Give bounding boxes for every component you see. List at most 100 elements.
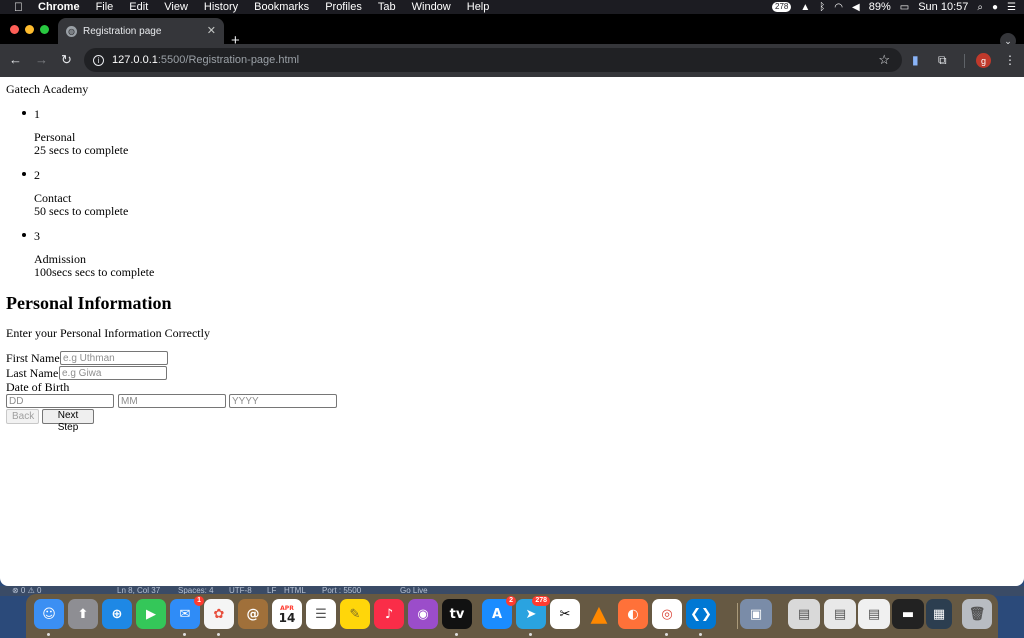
back-button[interactable]: Back: [6, 409, 39, 424]
site-info-icon[interactable]: i: [93, 54, 104, 66]
contacts-icon[interactable]: @: [238, 599, 268, 629]
spotlight-search-icon[interactable]: ⌕: [977, 2, 983, 13]
vscode-icon[interactable]: ❮❯: [686, 599, 716, 636]
photos-icon[interactable]: ✿: [204, 599, 234, 636]
launchpad-icon[interactable]: ⬆: [68, 599, 98, 629]
capcut-icon[interactable]: ✂: [550, 599, 580, 629]
running-indicator: [455, 633, 458, 636]
notification-badge[interactable]: 278: [772, 2, 792, 12]
step-title: Personal: [34, 130, 76, 144]
last-name-field[interactable]: [59, 366, 167, 380]
list-bullet: [22, 233, 26, 237]
dob-month-field[interactable]: [118, 394, 226, 408]
browser-tab-strip: ◍ Registration page ✕ + ⌄: [0, 14, 1024, 49]
preview-icon[interactable]: ▣: [740, 599, 772, 629]
running-indicator: [699, 633, 702, 636]
profile-avatar[interactable]: g: [976, 53, 991, 68]
safari-icon[interactable]: ⊕: [102, 599, 132, 629]
menu-tab[interactable]: Tab: [378, 0, 396, 14]
step-time: 100secs secs to complete: [34, 265, 155, 279]
brand-name: Gatech Academy: [6, 82, 89, 96]
list-bullet: [22, 172, 26, 176]
messages-badge: 1: [194, 596, 204, 606]
first-name-field[interactable]: [60, 351, 168, 365]
telegram-badge: 278: [532, 596, 550, 606]
minimized-window-thumbnail[interactable]: ▤: [824, 599, 856, 629]
menu-edit[interactable]: Edit: [129, 0, 148, 14]
volume-icon[interactable]: ◀: [852, 2, 860, 13]
date-of-birth-label: Date of Birth: [6, 380, 70, 394]
running-indicator: [183, 633, 186, 636]
back-arrow-icon[interactable]: ←: [9, 52, 22, 68]
menu-view[interactable]: View: [164, 0, 188, 14]
menu-bookmarks[interactable]: Bookmarks: [254, 0, 309, 14]
calendar-day: 14: [278, 610, 296, 625]
menu-window[interactable]: Window: [412, 0, 451, 14]
chrome-icon[interactable]: ◎: [652, 599, 682, 636]
url-host: 127.0.0.1: [112, 54, 158, 66]
step-number: 2: [34, 168, 40, 182]
page-title: Personal Information: [6, 293, 172, 313]
messages-icon[interactable]: ✉ 1: [170, 596, 204, 636]
trash-icon[interactable]: 🗑: [962, 599, 992, 629]
running-indicator: [665, 633, 668, 636]
forward-arrow-icon[interactable]: →: [35, 52, 48, 68]
toolbar-divider: [964, 54, 965, 68]
drive-icon[interactable]: ▲: [800, 2, 810, 13]
reload-icon[interactable]: ↻: [61, 52, 72, 68]
wifi-icon[interactable]: ◠: [834, 2, 843, 13]
dob-year-field[interactable]: [229, 394, 337, 408]
firefox-icon[interactable]: ◐: [618, 599, 648, 629]
minimized-window-thumbnail[interactable]: ▤: [788, 599, 820, 629]
step-time: 50 secs to complete: [34, 204, 129, 218]
menu-app-name[interactable]: Chrome: [38, 0, 80, 14]
menu-file[interactable]: File: [96, 0, 114, 14]
finder-icon[interactable]: ☺: [34, 599, 64, 636]
apple-tv-icon[interactable]: tv: [442, 599, 472, 636]
extension-icon[interactable]: ▮: [912, 53, 919, 67]
clock[interactable]: Sun 10:57: [918, 1, 968, 13]
running-indicator: [529, 633, 532, 636]
step-number: 1: [34, 107, 40, 121]
bookmark-star-icon[interactable]: ☆: [878, 52, 890, 68]
vlc-icon[interactable]: ▲: [584, 599, 614, 629]
first-name-label: First Name: [6, 351, 60, 365]
reminders-icon[interactable]: ☰: [306, 599, 336, 629]
control-center-icon[interactable]: ☰: [1007, 2, 1016, 13]
battery-icon[interactable]: ▭: [900, 2, 909, 13]
minimized-window-thumbnail[interactable]: ▤: [858, 599, 890, 629]
telegram-icon[interactable]: ➤ 278: [516, 596, 550, 636]
minimized-window-thumbnail[interactable]: ▬: [892, 599, 924, 629]
list-bullet: [22, 111, 26, 115]
browser-tab-active[interactable]: ◍ Registration page ✕: [58, 18, 224, 44]
window-close-button[interactable]: [10, 25, 19, 34]
menu-profiles[interactable]: Profiles: [325, 0, 362, 14]
window-minimize-button[interactable]: [25, 25, 34, 34]
calendar-icon[interactable]: APR 14: [272, 599, 302, 629]
menu-help[interactable]: Help: [467, 0, 490, 14]
minimized-window-thumbnail[interactable]: ▦: [926, 599, 952, 629]
apple-icon[interactable]: : [14, 0, 32, 14]
battery-percent[interactable]: 89%: [869, 1, 891, 13]
next-step-button[interactable]: Next Step: [42, 409, 94, 433]
extensions-puzzle-icon[interactable]: ⧉: [938, 53, 947, 67]
window-zoom-button[interactable]: [40, 25, 49, 34]
app-store-icon[interactable]: A2: [482, 596, 516, 629]
notes-icon[interactable]: ✎: [340, 599, 370, 629]
macos-menu-bar:  Chrome File Edit View History Bookmark…: [0, 0, 1024, 14]
siri-icon[interactable]: ●: [992, 2, 998, 13]
address-bar[interactable]: i 127.0.0.1:5500/Registration-page.html …: [84, 48, 902, 72]
music-icon[interactable]: ♪: [374, 599, 404, 629]
podcasts-icon[interactable]: ◉: [408, 599, 438, 629]
menu-bar-status: 278 ▲ ᛒ ◠ ◀ 89% ▭ Sun 10:57 ⌕ ● ☰: [772, 0, 1016, 14]
bluetooth-icon[interactable]: ᛒ: [819, 2, 825, 13]
tab-close-icon[interactable]: ✕: [207, 24, 216, 37]
dob-day-field[interactable]: [6, 394, 114, 408]
step-title: Admission: [34, 252, 87, 266]
step-title: Contact: [34, 191, 72, 205]
web-page: Gatech Academy 1 Personal 25 secs to com…: [0, 77, 1024, 586]
menu-history[interactable]: History: [204, 0, 238, 14]
url-path: :5500/Registration-page.html: [157, 54, 300, 66]
facetime-icon[interactable]: ▶: [136, 599, 166, 629]
more-menu-icon[interactable]: ⋮: [1004, 53, 1016, 67]
